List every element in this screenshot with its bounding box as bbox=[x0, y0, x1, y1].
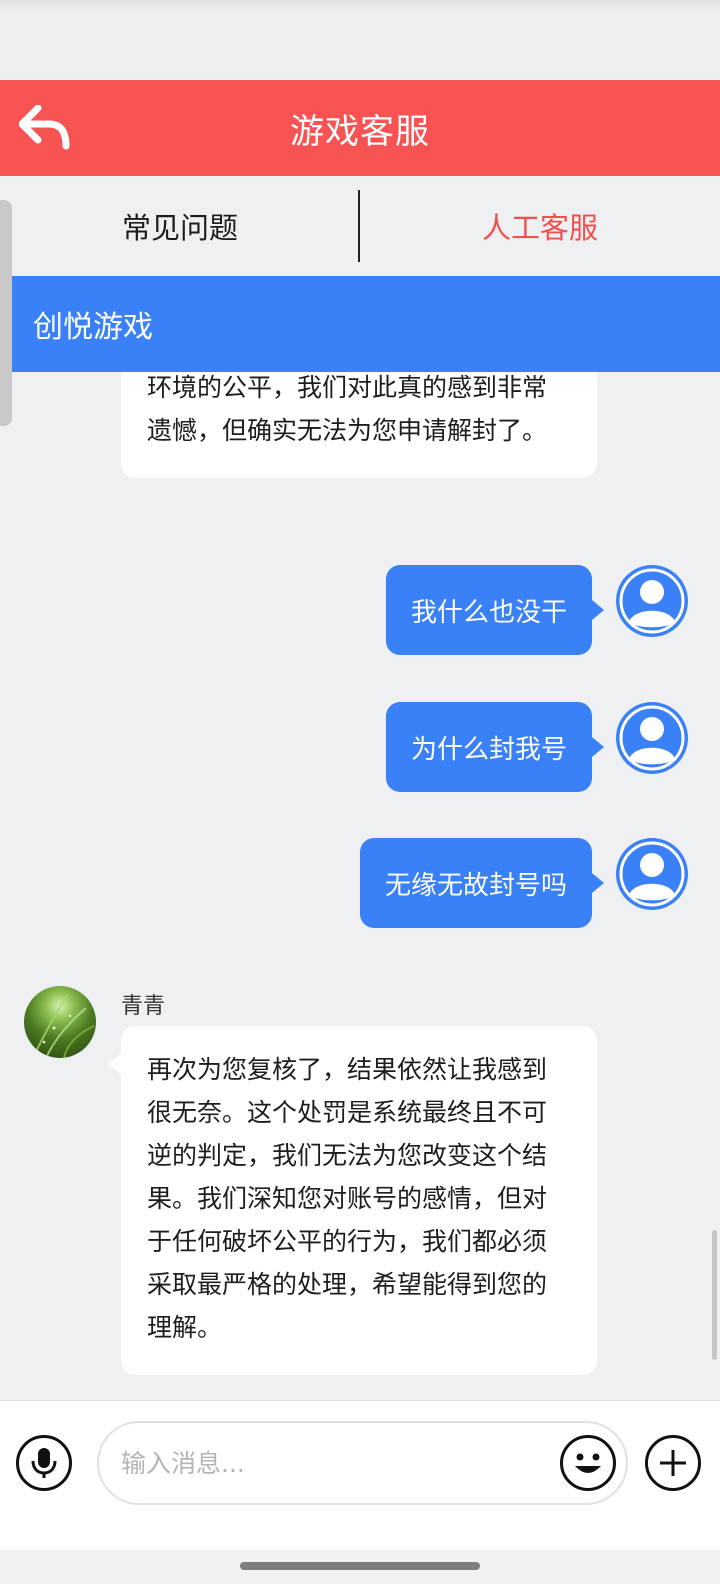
user-avatar bbox=[616, 565, 688, 637]
outgoing-message-bubble: 为什么封我号 bbox=[385, 702, 605, 792]
agent-avatar bbox=[24, 986, 96, 1058]
incoming-message-bubble: 环境的公平，我们对此真的感到非常遗憾，但确实无法为您申请解封了。 bbox=[121, 372, 597, 478]
page-title: 游戏客服 bbox=[290, 111, 430, 152]
chat-scrollbar[interactable] bbox=[712, 1230, 717, 1360]
agent-message-bubble: 再次为您复核了，结果依然让我感到很无奈。这个处罚是系统最终且不可逆的判定，我们无… bbox=[107, 1026, 597, 1375]
agent-name: 青青 bbox=[121, 994, 166, 1019]
message-input[interactable] bbox=[97, 1421, 628, 1505]
smiley-face-icon bbox=[575, 1453, 601, 1473]
tab-bar: 常见问题 人工客服 bbox=[0, 176, 720, 276]
microphone-icon bbox=[31, 1448, 57, 1478]
company-bar: 创悦游戏 bbox=[0, 276, 720, 372]
home-indicator[interactable] bbox=[240, 1562, 480, 1570]
tab-human-service[interactable]: 人工客服 bbox=[360, 176, 720, 276]
user-avatar-icon bbox=[619, 705, 685, 771]
company-name: 创悦游戏 bbox=[33, 310, 153, 345]
tab-divider bbox=[358, 190, 360, 262]
tab-faq[interactable]: 常见问题 bbox=[0, 176, 360, 276]
status-bar-area bbox=[0, 0, 720, 80]
plus-icon bbox=[660, 1450, 686, 1476]
chat-area[interactable]: 环境的公平，我们对此真的感到非常遗憾，但确实无法为您申请解封了。 我什么也没干 … bbox=[0, 372, 720, 1400]
user-avatar bbox=[616, 702, 688, 774]
user-avatar-icon bbox=[619, 568, 685, 634]
emoji-button[interactable] bbox=[560, 1435, 616, 1491]
user-avatar-icon bbox=[619, 841, 685, 907]
app-header: 游戏客服 bbox=[0, 80, 720, 176]
grass-photo-icon bbox=[33, 993, 95, 1058]
back-button[interactable] bbox=[14, 98, 76, 158]
message-input-bar bbox=[0, 1400, 720, 1550]
voice-button[interactable] bbox=[16, 1435, 72, 1491]
outgoing-message-bubble: 无缘无故封号吗 bbox=[359, 838, 605, 928]
more-options-button[interactable] bbox=[645, 1435, 701, 1491]
outgoing-message-bubble: 我什么也没干 bbox=[385, 565, 605, 655]
back-arrow-icon bbox=[19, 105, 70, 150]
user-avatar bbox=[616, 838, 688, 910]
